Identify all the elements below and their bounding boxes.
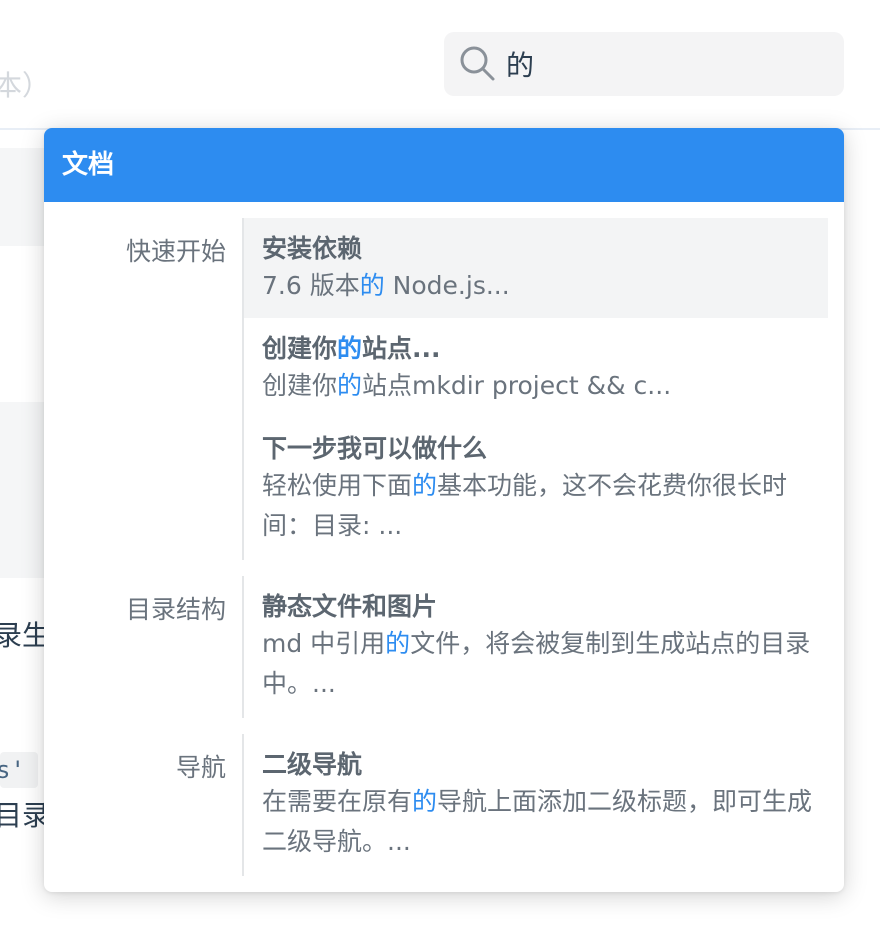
result-group-navigation: 导航 二级导航 在需要在原有的导航上面添加二级标题，即可生成二级导航。... (44, 734, 844, 876)
page: 本） 录生 s' 目录 文档 快速开始 安装依赖 7.6 版本的 Node.js… (0, 0, 880, 938)
page-text-fragment-2: 目录 (0, 799, 51, 832)
match-highlight: 的 (412, 787, 438, 816)
result-content: md 中引用的文件，将会被复制到生成站点的目录中。... (262, 629, 811, 698)
search-result[interactable]: 安装依赖 7.6 版本的 Node.js... (244, 218, 828, 318)
result-content: 创建你的站点mkdir project && c... (262, 371, 672, 400)
match-highlight: 的 (337, 334, 363, 363)
result-title: 下一步我可以做什么 (262, 434, 488, 463)
group-label: 快速开始 (44, 218, 244, 560)
result-content: 轻松使用下面的基本功能，这不会花费你很长时间：目录: ... (262, 471, 788, 540)
group-label: 导航 (44, 734, 244, 876)
page-text-fragment: 录生 (0, 619, 51, 652)
dropdown-header: 文档 (44, 128, 844, 202)
match-highlight: 的 (412, 471, 438, 500)
search-result[interactable]: 创建你的站点... 创建你的站点mkdir project && c... (244, 318, 828, 418)
search-input[interactable] (506, 40, 826, 88)
inline-code-fragment: s' (0, 752, 38, 788)
search-suggestions-dropdown: 文档 快速开始 安装依赖 7.6 版本的 Node.js... 创建你的站点..… (44, 128, 844, 892)
match-highlight: 的 (385, 629, 411, 658)
search-icon (460, 46, 495, 81)
search-result[interactable]: 二级导航 在需要在原有的导航上面添加二级标题，即可生成二级导航。... (244, 734, 828, 876)
result-group-quick-start: 快速开始 安装依赖 7.6 版本的 Node.js... 创建你的站点... 创… (44, 218, 844, 560)
result-content: 在需要在原有的导航上面添加二级标题，即可生成二级导航。... (262, 787, 813, 856)
match-highlight: 的 (337, 371, 363, 400)
result-group-directory-structure: 目录结构 静态文件和图片 md 中引用的文件，将会被复制到生成站点的目录中。..… (44, 576, 844, 718)
page-heading-fragment: 本） (0, 69, 51, 102)
result-title: 静态文件和图片 (262, 592, 438, 621)
result-title: 创建你的站点... (262, 334, 441, 363)
search-result[interactable]: 下一步我可以做什么 轻松使用下面的基本功能，这不会花费你很长时间：目录: ... (244, 418, 828, 560)
result-content: 7.6 版本的 Node.js... (262, 271, 510, 300)
result-title: 安装依赖 (262, 234, 363, 263)
search-result[interactable]: 静态文件和图片 md 中引用的文件，将会被复制到生成站点的目录中。... (244, 576, 828, 718)
group-label: 目录结构 (44, 576, 244, 718)
result-title: 二级导航 (262, 750, 363, 779)
match-highlight: 的 (359, 271, 385, 300)
